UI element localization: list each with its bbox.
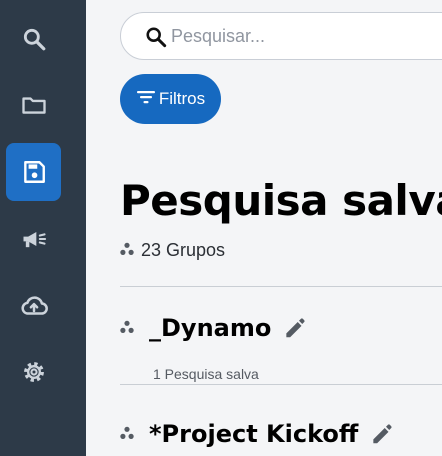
group-count: 23 Grupos bbox=[120, 240, 225, 261]
group-name: *Project Kickoff bbox=[149, 420, 359, 448]
saved-search-count: 1 Pesquisa salva bbox=[153, 366, 259, 382]
save-icon bbox=[21, 159, 47, 185]
gear-icon bbox=[20, 358, 48, 386]
edit-icon[interactable] bbox=[369, 421, 395, 447]
filter-icon bbox=[136, 89, 156, 110]
main-content: Filtros Pesquisa salva 23 Grupos _Dynamo… bbox=[86, 0, 442, 456]
filters-button[interactable]: Filtros bbox=[120, 74, 221, 124]
cloud-upload-icon bbox=[19, 291, 49, 321]
edit-icon[interactable] bbox=[282, 315, 308, 341]
group-count-text: 23 Grupos bbox=[141, 240, 226, 260]
folder-icon bbox=[20, 91, 48, 119]
search-icon bbox=[21, 26, 47, 52]
group-name: _Dynamo bbox=[149, 314, 272, 342]
group-icon bbox=[120, 319, 134, 338]
sidebar-item-campaigns[interactable] bbox=[6, 210, 61, 268]
divider bbox=[120, 384, 442, 385]
sidebar-item-folders[interactable] bbox=[6, 76, 61, 134]
group-icon bbox=[120, 240, 134, 261]
group-row[interactable]: *Project Kickoff bbox=[120, 416, 395, 452]
divider bbox=[120, 286, 442, 287]
page-title: Pesquisa salva bbox=[120, 176, 442, 225]
search-input[interactable] bbox=[171, 21, 442, 51]
filters-button-label: Filtros bbox=[158, 89, 206, 108]
sidebar bbox=[0, 0, 86, 456]
sidebar-item-search[interactable] bbox=[6, 10, 61, 68]
sidebar-item-settings[interactable] bbox=[6, 343, 61, 401]
sidebar-item-upload[interactable] bbox=[6, 277, 61, 335]
sidebar-item-saved-searches[interactable] bbox=[6, 143, 61, 201]
group-icon bbox=[120, 425, 134, 444]
search-bar bbox=[120, 12, 442, 60]
group-row[interactable]: _Dynamo bbox=[120, 310, 308, 346]
megaphone-icon bbox=[20, 225, 48, 253]
